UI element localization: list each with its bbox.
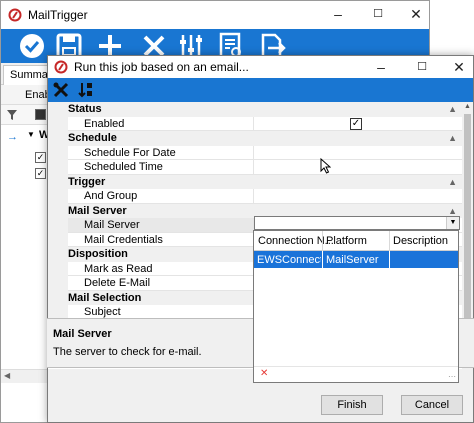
close-icon[interactable]: ✕ [448,58,470,76]
description-text: The server to check for e-mail. [53,346,202,358]
filter-icon[interactable] [7,110,17,120]
group-expand-icon[interactable]: ▼ [27,130,35,139]
close-icon[interactable]: ✕ [405,5,427,23]
category-label: Schedule [68,132,117,144]
enabled-checkbox[interactable]: ✓ [350,117,362,130]
row-platform: MailServer [326,254,379,266]
property-name: Mark as Read [68,261,254,276]
property-and-group[interactable]: And Group [48,189,462,204]
clear-icon[interactable]: ✕ [260,368,268,379]
category-label: Disposition [68,248,128,260]
mouse-cursor-icon [320,158,331,174]
minimize-icon[interactable]: – [327,5,349,23]
category-label: Mail Selection [68,291,142,304]
collapse-icon[interactable]: ▲ [448,206,457,216]
property-name: Schedule For Date [68,145,254,160]
mail-server-popup: Connection N... Platform Description EWS… [253,230,459,383]
property-value[interactable] [254,146,462,160]
check-icon[interactable] [18,32,46,60]
dialog-title: Run this job based on an email... [74,60,249,74]
category-label: Trigger [68,175,106,188]
property-value[interactable] [254,160,462,175]
property-name: Scheduled Time [68,160,254,175]
main-window-title: MailTrigger [28,8,88,22]
resize-grip-icon[interactable]: ⋯ [448,372,456,381]
maximize-icon[interactable]: ☐ [411,58,433,76]
property-value[interactable]: ✓ [254,117,462,131]
minimize-icon[interactable]: – [370,58,392,76]
horizontal-scrollbar[interactable]: ◀ [1,369,51,383]
category-trigger[interactable]: Trigger ▲ [48,174,462,189]
tools-icon[interactable] [52,81,70,99]
sort-icon[interactable] [77,81,95,99]
popup-footer: ✕ ⋯ [254,366,458,382]
description-title: Mail Server [53,328,112,340]
filter-row [1,105,51,125]
property-enabled[interactable]: Enabled ✓ [48,116,462,131]
cancel-button[interactable]: Cancel [401,395,463,415]
property-schedule-for-date[interactable]: Schedule For Date [48,145,462,160]
property-name: Delete E-Mail [68,276,254,291]
app-logo-icon [8,8,22,22]
column-header-platform[interactable]: Platform [326,235,367,247]
chevron-down-icon[interactable]: ▼ [446,217,459,229]
collapse-icon[interactable]: ▲ [448,104,457,114]
dialog-titlebar: Run this job based on an email... – ☐ ✕ [48,56,473,78]
app-logo-icon [54,60,68,74]
category-label: Status [68,103,102,115]
mail-server-dropdown[interactable]: ▼ [254,216,460,230]
column-header-description[interactable]: Description [393,235,448,247]
popup-header: Connection N... Platform Description [254,231,458,251]
job-grid: → ▼ W ✓ ✓ [1,125,51,185]
collapse-icon[interactable]: ▲ [448,133,457,143]
property-name: Mail Credentials [68,232,254,247]
enabled-column-header: Enabl [1,85,53,105]
dialog-toolbar [48,78,473,102]
category-label: Mail Server [68,204,127,217]
current-row-arrow-icon: → [7,131,18,143]
property-name: Enabled [68,116,254,131]
collapse-icon[interactable]: ▲ [448,177,457,187]
category-schedule[interactable]: Schedule ▲ [48,131,462,146]
filter-checkbox[interactable] [35,109,46,120]
main-window-titlebar: MailTrigger – ☐ ✕ [1,1,429,29]
category-status[interactable]: Status ▲ [48,102,462,117]
row-checkbox[interactable]: ✓ [35,168,46,179]
property-value[interactable] [254,189,462,204]
property-scheduled-time[interactable]: Scheduled Time [48,160,462,175]
property-name: Mail Server [68,218,254,233]
scroll-up-icon[interactable]: ▲ [463,103,472,110]
row-checkbox[interactable]: ✓ [35,152,46,163]
row-connection: EWSConnecti... [257,254,321,266]
finish-button[interactable]: Finish [321,395,383,415]
scroll-left-icon[interactable]: ◀ [4,371,10,380]
popup-row[interactable]: EWSConnecti... MailServer [254,251,458,268]
maximize-icon[interactable]: ☐ [367,5,389,23]
property-name: And Group [68,189,254,204]
